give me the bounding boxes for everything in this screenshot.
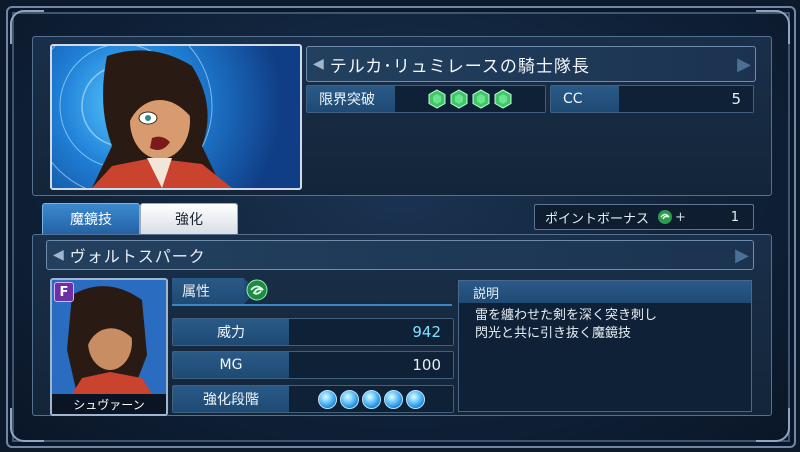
- wind-element-icon: [246, 279, 268, 301]
- enhance-pip-icon: [405, 389, 425, 409]
- power-label: 威力: [173, 319, 289, 345]
- cc-label: CC: [551, 86, 619, 112]
- mg-value: 100: [289, 352, 453, 378]
- cc-value: 5: [619, 86, 753, 112]
- limit-break-gem-icon: [494, 89, 512, 109]
- point-bonus-value: 1: [730, 209, 739, 225]
- enhance-pip-icon: [361, 389, 381, 409]
- enhance-row: 強化段階: [172, 385, 454, 413]
- cc-row: CC 5: [550, 85, 754, 113]
- rank-badge: F: [54, 282, 74, 302]
- tab-skill[interactable]: 魔鏡技: [42, 203, 140, 235]
- enhance-level-pips: [289, 386, 453, 412]
- point-bonus: ポイントボーナス + 1: [534, 204, 754, 230]
- power-row: 威力 942: [172, 318, 454, 346]
- skill-name: ヴォルトスパーク: [69, 247, 206, 266]
- limit-break-label: 限界突破: [307, 86, 395, 112]
- attribute-row: 属性: [172, 278, 452, 306]
- limit-break-gems: [395, 86, 545, 112]
- description-box: 説明 雷を纏わせた剣を深く突き刺し 閃光と共に引き抜く魔鏡技: [458, 280, 752, 412]
- tab-enhance[interactable]: 強化: [140, 203, 238, 235]
- point-bonus-plus: +: [675, 209, 686, 225]
- enhance-pip-icon: [383, 389, 403, 409]
- wind-element-icon: [658, 210, 673, 224]
- limit-break-gem-icon: [450, 89, 468, 109]
- limit-break-gem-icon: [472, 89, 490, 109]
- unit-title-bar: ◀ テルカ･リュミレースの騎士隊長 ▶: [306, 46, 756, 82]
- limit-break-row: 限界突破: [306, 85, 546, 113]
- point-bonus-label: ポイントボーナス: [545, 211, 650, 227]
- enhance-label: 強化段階: [173, 386, 289, 412]
- attribute-label: 属性: [172, 278, 256, 304]
- mg-row: MG 100: [172, 351, 454, 379]
- enhance-pip-icon: [317, 389, 337, 409]
- skill-title-bar: ◀ ヴォルトスパーク ▶: [46, 240, 754, 270]
- limit-break-gem-icon: [428, 89, 446, 109]
- description-text: 雷を纏わせた剣を深く突き刺し 閃光と共に引き抜く魔鏡技: [475, 308, 658, 341]
- chevron-left-icon: ◀: [313, 56, 324, 72]
- chevron-right-icon: ▶: [735, 244, 749, 266]
- chevron-left-icon: ◀: [53, 247, 64, 263]
- chevron-right-icon: ▶: [737, 53, 751, 75]
- unit-portrait[interactable]: [50, 44, 302, 190]
- enhance-pip-icon: [339, 389, 359, 409]
- mg-label: MG: [173, 352, 289, 378]
- power-value: 942: [289, 319, 453, 345]
- character-name: シュヴァーン: [52, 394, 166, 414]
- description-label: 説明: [459, 281, 751, 303]
- unit-title: テルカ･リュミレースの騎士隊長: [329, 56, 590, 77]
- character-card[interactable]: F シュヴァーン: [50, 278, 168, 416]
